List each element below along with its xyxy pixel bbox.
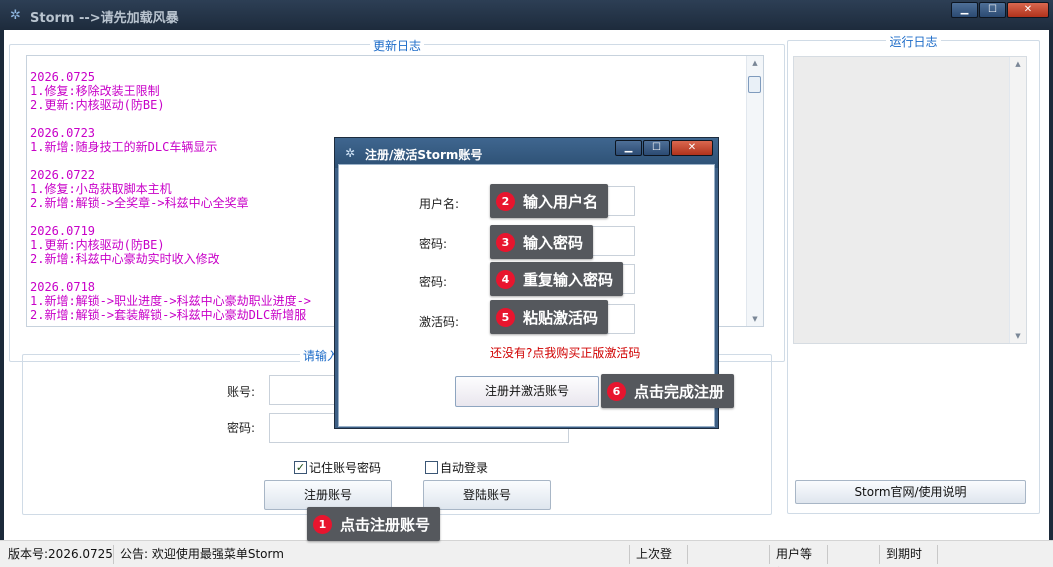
scroll-thumb[interactable] [748, 76, 761, 93]
login-account-button[interactable]: 登陆账号 [423, 480, 551, 510]
status-version: 版本号:2026.0725 [4, 545, 114, 564]
autologin-checkbox[interactable]: 自动登录 [425, 459, 488, 476]
callout-2: 2 输入用户名 [490, 184, 609, 218]
callout-5: 5 粘贴激活码 [490, 300, 609, 334]
log-blank-line [30, 112, 745, 126]
callout-text: 点击注册账号 [340, 515, 431, 534]
dialog-maximize-button[interactable]: ☐ [643, 140, 670, 156]
update-log-title: 更新日志 [369, 39, 424, 53]
storm-swirl-icon: ✲ [345, 146, 356, 160]
window-title: Storm -->请先加载风暴 [30, 11, 179, 26]
password-label: 密码: [227, 421, 256, 435]
callout-number: 1 [313, 514, 332, 534]
status-expire: 到期时间: [882, 545, 938, 567]
log-line: 2026.0725 [30, 70, 96, 84]
callout-number: 2 [496, 191, 515, 211]
storm-swirl-icon: ✲ [10, 8, 21, 23]
account-label: 账号: [227, 385, 256, 399]
buy-activation-code-link[interactable]: 还没有?点我购买正版激活码 [490, 344, 640, 361]
callout-text: 输入密码 [523, 233, 584, 252]
checkbox-unchecked-icon [425, 461, 438, 474]
run-log-title: 运行日志 [886, 35, 941, 49]
register-activate-button[interactable]: 注册并激活账号 [455, 376, 599, 407]
register-account-button[interactable]: 注册账号 [264, 480, 392, 510]
dialog-password-label: 密码: [419, 237, 448, 251]
username-label: 用户名: [419, 197, 460, 211]
maximize-button[interactable]: ☐ [979, 2, 1006, 18]
minimize-button[interactable]: ▁ [951, 2, 978, 18]
scroll-up-icon[interactable]: ▲ [747, 56, 763, 70]
activation-code-label: 激活码: [419, 315, 460, 329]
checkbox-checked-icon: ✓ [294, 461, 307, 474]
status-last-login: 上次登录: [632, 545, 688, 567]
log-line: 2.更新:内核驱动(防BE) [30, 98, 165, 112]
callout-3: 3 输入密码 [490, 225, 594, 259]
status-notice: 公告: 欢迎使用最强菜单Storm [116, 545, 630, 564]
remember-label: 记住账号密码 [309, 461, 382, 475]
run-log-group: 运行日志 ▲ ▼ Storm官网/使用说明 [787, 35, 1040, 514]
official-site-button[interactable]: Storm官网/使用说明 [795, 480, 1026, 504]
run-log-box[interactable]: ▲ ▼ [793, 56, 1027, 344]
callout-number: 4 [496, 269, 515, 289]
scroll-up-icon[interactable]: ▲ [1010, 57, 1026, 71]
callout-6: 6 点击完成注册 [601, 374, 735, 408]
dialog-title: 注册/激活Storm账号 [365, 148, 483, 162]
status-user-level: 用户等级: [772, 545, 828, 567]
callout-number: 5 [496, 307, 515, 327]
callout-text: 点击完成注册 [634, 382, 725, 401]
dialog-minimize-button[interactable]: ▁ [615, 140, 642, 156]
main-titlebar[interactable]: ✲ Storm -->请先加载风暴 ▁ ☐ ✕ [0, 0, 1053, 30]
dialog-close-button[interactable]: ✕ [671, 140, 713, 156]
log-line: 1.修复:移除改装王限制 [30, 84, 160, 98]
autologin-label: 自动登录 [440, 461, 489, 475]
scroll-down-icon[interactable]: ▼ [747, 312, 763, 326]
callout-4: 4 重复输入密码 [490, 262, 624, 296]
update-log-scrollbar[interactable]: ▲ ▼ [746, 56, 763, 326]
callout-text: 重复输入密码 [523, 270, 614, 289]
callout-text: 输入用户名 [523, 192, 599, 211]
callout-1: 1 点击注册账号 [307, 507, 441, 541]
scroll-down-icon[interactable]: ▼ [1010, 329, 1026, 343]
remember-checkbox[interactable]: ✓ 记住账号密码 [294, 459, 381, 476]
callout-number: 3 [496, 232, 515, 252]
run-log-scrollbar[interactable]: ▲ ▼ [1009, 57, 1026, 343]
status-bar: 版本号:2026.0725 公告: 欢迎使用最强菜单Storm 上次登录: 用户… [0, 540, 1053, 567]
close-button[interactable]: ✕ [1007, 2, 1049, 18]
callout-number: 6 [607, 381, 626, 401]
callout-text: 粘贴激活码 [523, 308, 599, 327]
dialog-password2-label: 密码: [419, 275, 448, 289]
